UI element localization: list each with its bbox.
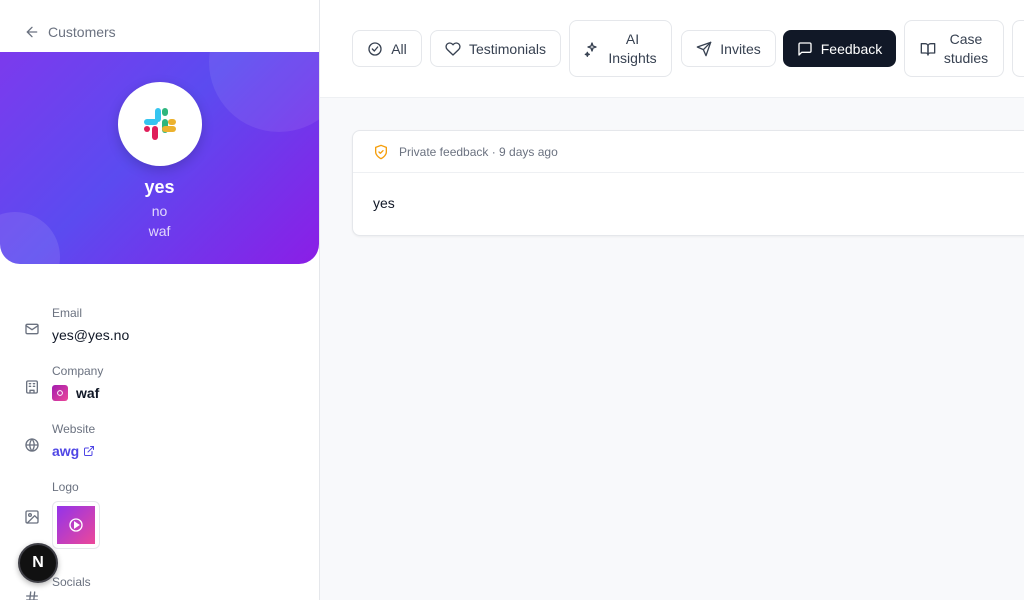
- email-value: yes@yes.no: [52, 327, 130, 343]
- customer-title: no: [151, 203, 168, 219]
- feedback-body: yes: [373, 195, 395, 211]
- external-link-icon[interactable]: [83, 445, 95, 457]
- tab-label: Feedback: [820, 40, 883, 57]
- arrow-left-icon: [26, 26, 38, 38]
- tab-label: Invites: [720, 40, 761, 57]
- feedback-card-header: Private feedback · 9 days ago: [353, 131, 1024, 173]
- image-icon: [25, 510, 39, 524]
- tab-feedback[interactable]: Feedback: [783, 30, 896, 67]
- sparkles-icon: [585, 41, 598, 57]
- slack-logo-icon: [144, 108, 176, 140]
- tab-label: Case: [949, 30, 983, 47]
- tab-label: Testimonials: [468, 40, 547, 57]
- book-open-icon: [920, 42, 936, 56]
- shield-check-icon: [375, 144, 387, 159]
- send-icon: [696, 41, 712, 56]
- company-value[interactable]: waf: [76, 383, 99, 403]
- logo-label: Logo: [52, 480, 79, 494]
- company-logo-icon: [52, 385, 68, 401]
- tab-testimonials[interactable]: Testimonials: [430, 30, 561, 67]
- tab-label: All: [391, 40, 407, 57]
- hero-decoration: [209, 52, 319, 132]
- website-field: Website awg: [24, 421, 95, 461]
- check-circle-icon: [368, 41, 382, 56]
- logo-field: Logo: [24, 479, 100, 549]
- globe-icon: [25, 438, 39, 452]
- email-label: Email: [52, 306, 83, 320]
- hash-icon: [26, 591, 38, 600]
- tab-more[interactable]: [1012, 20, 1024, 77]
- profile-hero: yes no waf: [0, 52, 319, 264]
- tab-label: Insights: [608, 49, 657, 66]
- socials-label: Socials: [52, 575, 91, 589]
- avatar: [118, 82, 202, 166]
- tab-ai-insights[interactable]: AI Insights: [569, 20, 672, 77]
- customer-sidebar: Customers yes no waf Email yes@yes.no Co…: [0, 0, 320, 600]
- filter-tabs-bar: All Testimonials AI Insights Invites Fee…: [320, 0, 1024, 98]
- email-field: Email yes@yes.no: [24, 305, 129, 345]
- customer-name: yes: [144, 177, 175, 197]
- tab-label: AI: [625, 30, 640, 47]
- tab-case-studies[interactable]: Case studies: [904, 20, 1004, 77]
- mail-icon: [25, 323, 39, 335]
- building-icon: [26, 380, 38, 394]
- play-circle-icon: [69, 518, 83, 532]
- back-link-label: Customers: [48, 24, 116, 40]
- feedback-card: Private feedback · 9 days ago yes: [352, 130, 1024, 236]
- company-label: Company: [52, 364, 104, 378]
- tab-label: studies: [943, 49, 989, 66]
- back-to-customers-link[interactable]: Customers: [24, 24, 116, 40]
- heart-icon: [445, 41, 461, 56]
- website-link[interactable]: awg: [52, 441, 79, 461]
- message-square-icon: [798, 41, 812, 56]
- company-field: Company waf: [24, 363, 103, 403]
- tab-all[interactable]: All: [352, 30, 422, 67]
- website-label: Website: [52, 422, 96, 436]
- feedback-meta: Private feedback · 9 days ago: [399, 144, 558, 159]
- customer-company: waf: [148, 223, 171, 239]
- company-logo-image[interactable]: [52, 501, 100, 549]
- framework-badge-button[interactable]: N: [18, 543, 58, 583]
- tab-invites[interactable]: Invites: [681, 30, 776, 67]
